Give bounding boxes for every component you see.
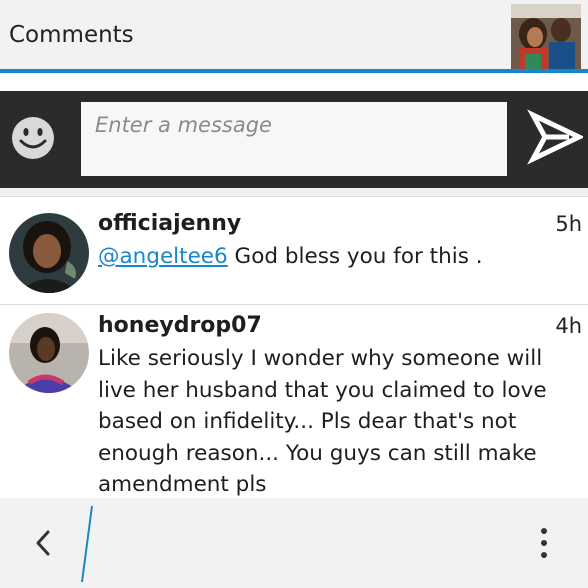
comment-text: Like seriously I wonder why someone will… [98,346,547,497]
smiley-icon[interactable] [10,115,56,161]
more-vertical-icon[interactable] [530,526,558,560]
mention-link[interactable]: @angeltee6 [98,244,228,269]
text-cursor-icon [78,504,98,584]
message-input[interactable] [81,102,507,176]
comment-timestamp: 5h [555,212,582,236]
divider [0,188,588,196]
message-composer [0,91,588,188]
comment-text: @angeltee6 God bless you for this . [98,241,568,273]
page-title: Comments [9,22,134,48]
avatar[interactable] [9,213,89,293]
send-icon[interactable] [527,109,585,165]
header-accent-line [0,69,588,73]
header: Comments [0,0,588,73]
avatar[interactable] [9,313,89,393]
comment-item[interactable]: honeydrop07 4h Like seriously I wonder w… [0,304,588,500]
comment-username[interactable]: officiajenny [98,211,241,236]
profile-thumbnail[interactable] [511,4,581,69]
comment-username[interactable]: honeydrop07 [98,313,262,338]
bottom-action-bar [0,498,588,588]
comment-body: God bless you for this . [227,244,483,269]
comment-list: officiajenny 5h @angeltee6 God bless you… [0,196,588,497]
comment-timestamp: 4h [555,314,582,338]
chevron-left-icon[interactable] [30,526,58,560]
comment-item[interactable]: officiajenny 5h @angeltee6 God bless you… [0,196,588,304]
